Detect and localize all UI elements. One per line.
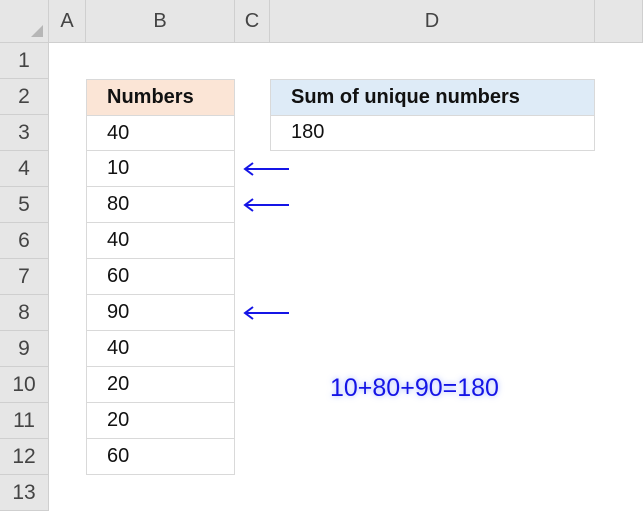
row-header-1[interactable]: 1 [0,43,49,79]
select-all-corner[interactable] [0,0,49,43]
row-header-3[interactable]: 3 [0,115,49,151]
arrow-left-icon [243,162,289,176]
numbers-cell[interactable]: 40 [86,331,235,367]
row-header-11[interactable]: 11 [0,403,49,439]
sum-unique-value-cell[interactable]: 180 [270,115,595,151]
row-header-4[interactable]: 4 [0,151,49,187]
row-header-7[interactable]: 7 [0,259,49,295]
numbers-cell[interactable]: 90 [86,295,235,331]
column-header-b[interactable]: B [86,0,235,43]
row-header-8[interactable]: 8 [0,295,49,331]
numbers-cell[interactable]: 80 [86,187,235,223]
column-header-a[interactable]: A [49,0,86,43]
row-header-13[interactable]: 13 [0,475,49,511]
row-header-5[interactable]: 5 [0,187,49,223]
row-header-9[interactable]: 9 [0,331,49,367]
row-header-12[interactable]: 12 [0,439,49,475]
numbers-header-cell[interactable]: Numbers [86,79,235,116]
numbers-cell[interactable]: 20 [86,403,235,439]
column-header-c[interactable]: C [235,0,270,43]
spreadsheet: A B C D 1 2 3 4 5 6 7 8 9 10 11 12 13 Nu… [0,0,643,511]
numbers-cell[interactable]: 40 [86,223,235,259]
numbers-cell[interactable]: 40 [86,116,235,151]
numbers-cell[interactable]: 10 [86,151,235,187]
column-header-d[interactable]: D [270,0,595,43]
arrow-left-icon [243,198,289,212]
sum-unique-header-cell[interactable]: Sum of unique numbers [270,79,595,116]
select-all-triangle-icon [31,25,43,37]
sum-annotation: 10+80+90=180 [330,374,499,402]
column-header-blank [595,0,643,43]
row-header-2[interactable]: 2 [0,79,49,115]
arrow-left-icon [243,306,289,320]
row-header-10[interactable]: 10 [0,367,49,403]
row-header-6[interactable]: 6 [0,223,49,259]
numbers-cell[interactable]: 60 [86,259,235,295]
numbers-cell[interactable]: 20 [86,367,235,403]
numbers-cell[interactable]: 60 [86,439,235,475]
